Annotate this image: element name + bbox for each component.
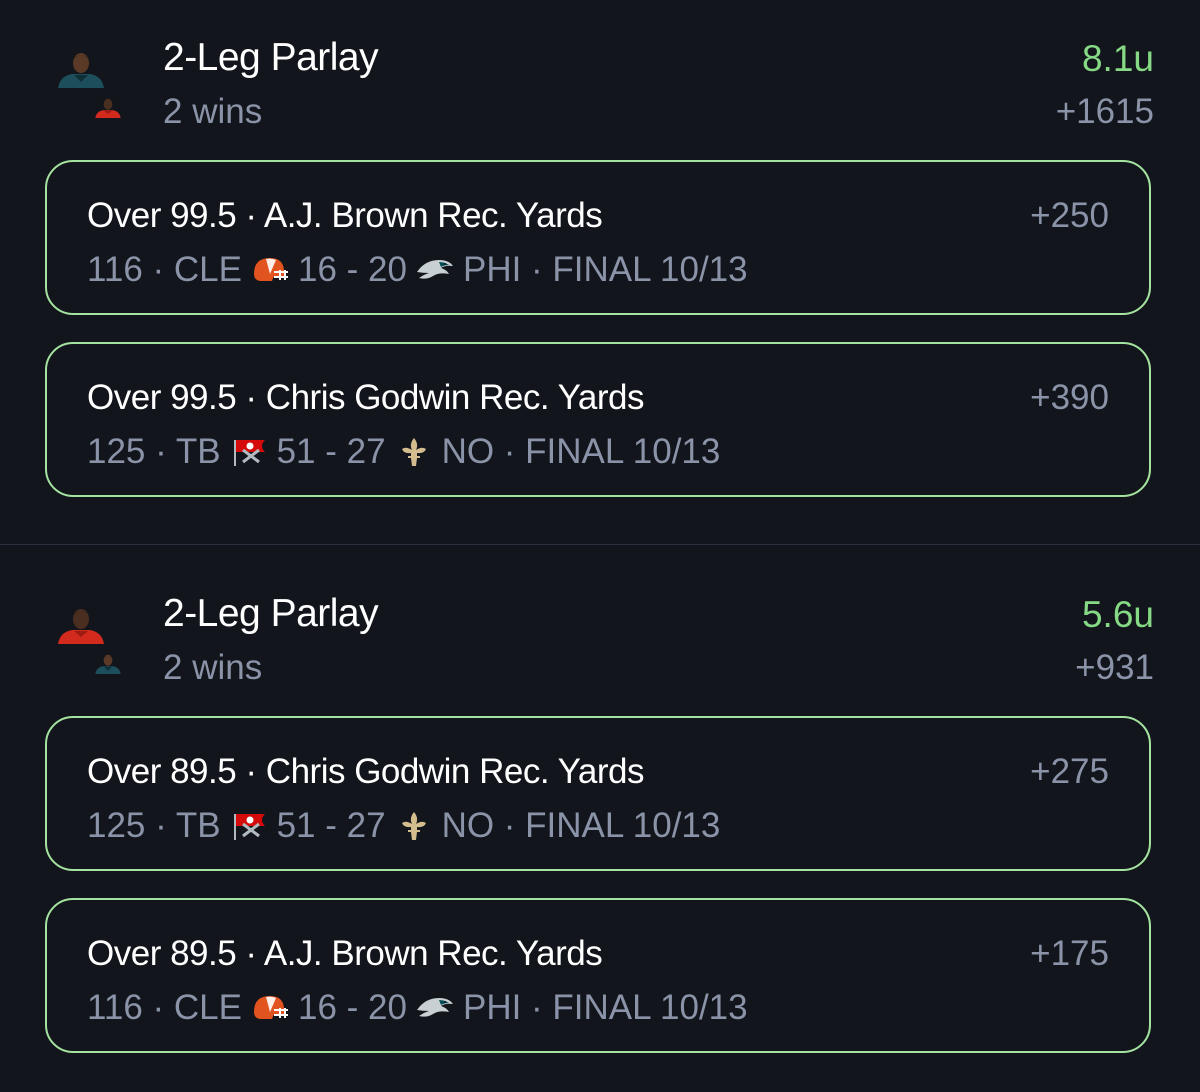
leg-title: Over 99.5 · Chris Godwin Rec. Yards (87, 378, 644, 417)
saints-fleur-de-lis-icon (394, 436, 434, 468)
leg-odds: +390 (1030, 378, 1109, 417)
player-avatar (94, 652, 122, 674)
leg-detail: 125 · TB 51 - 27 NO · FINAL 10/13 (87, 806, 720, 846)
eagles-icon (415, 254, 455, 286)
leg-title: Over 89.5 · A.J. Brown Rec. Yards (87, 934, 603, 973)
leg-stat-team: 116 · CLE (87, 988, 242, 1027)
parlay-record: 2 wins (163, 92, 263, 131)
player-avatars (56, 604, 126, 684)
leg-result: NO · FINAL 10/13 (441, 432, 721, 471)
leg-card[interactable]: Over 99.5 · Chris Godwin Rec. Yards +390… (45, 342, 1151, 497)
browns-helmet-icon (250, 254, 290, 286)
player-avatar (56, 604, 106, 644)
leg-result: PHI · FINAL 10/13 (462, 250, 748, 289)
parlay-odds: +931 (1075, 648, 1154, 687)
divider (0, 544, 1200, 545)
eagles-icon (415, 992, 455, 1024)
leg-stat-team: 125 · TB (87, 806, 221, 845)
parlay-record: 2 wins (163, 648, 263, 687)
leg-detail: 125 · TB 51 - 27 NO · FINAL 10/13 (87, 432, 720, 472)
leg-result: PHI · FINAL 10/13 (462, 988, 748, 1027)
leg-score: 16 - 20 (298, 250, 407, 289)
leg-detail: 116 · CLE 16 - 20 PHI · FINAL 10/13 (87, 250, 748, 290)
buccaneers-flag-icon (229, 436, 269, 468)
leg-detail: 116 · CLE 16 - 20 PHI · FINAL 10/13 (87, 988, 748, 1028)
leg-stat-team: 116 · CLE (87, 250, 242, 289)
player-avatar (94, 96, 122, 118)
leg-score: 51 - 27 (276, 432, 386, 471)
leg-result: NO · FINAL 10/13 (441, 806, 721, 845)
leg-stat-team: 125 · TB (87, 432, 221, 471)
leg-odds: +250 (1030, 196, 1109, 235)
parlay-units: 5.6u (1081, 594, 1154, 635)
leg-odds: +175 (1030, 934, 1109, 973)
leg-score: 51 - 27 (276, 806, 386, 845)
leg-card[interactable]: Over 89.5 · A.J. Brown Rec. Yards +175 1… (45, 898, 1151, 1053)
leg-title: Over 89.5 · Chris Godwin Rec. Yards (87, 752, 644, 791)
parlay-odds: +1615 (1055, 92, 1154, 131)
saints-fleur-de-lis-icon (394, 810, 434, 842)
parlay-units: 8.1u (1081, 38, 1154, 79)
leg-score: 16 - 20 (298, 988, 407, 1027)
leg-title: Over 99.5 · A.J. Brown Rec. Yards (87, 196, 603, 235)
leg-odds: +275 (1030, 752, 1109, 791)
player-avatars (56, 48, 126, 128)
browns-helmet-icon (250, 992, 290, 1024)
leg-card[interactable]: Over 89.5 · Chris Godwin Rec. Yards +275… (45, 716, 1151, 871)
buccaneers-flag-icon (229, 810, 269, 842)
leg-card[interactable]: Over 99.5 · A.J. Brown Rec. Yards +250 1… (45, 160, 1151, 315)
player-avatar (56, 48, 106, 88)
parlay-title: 2-Leg Parlay (163, 592, 379, 635)
parlay-title: 2-Leg Parlay (163, 36, 379, 79)
